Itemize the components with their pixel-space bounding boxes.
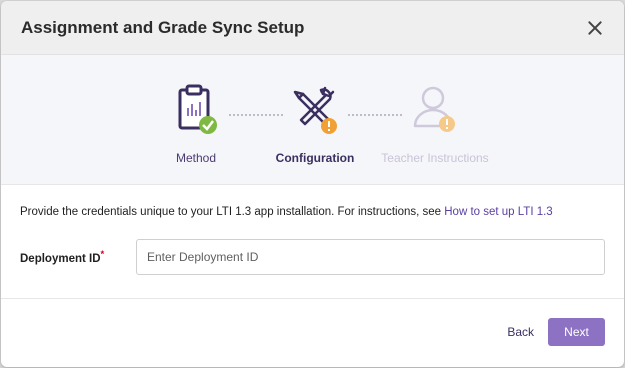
dialog-body: Provide the credentials unique to your L… <box>1 185 624 299</box>
deployment-id-input[interactable] <box>136 239 605 275</box>
instructions-text: Provide the credentials unique to your L… <box>20 206 605 218</box>
tools-icon <box>245 79 385 143</box>
deployment-id-label: Deployment ID* <box>20 249 136 265</box>
step-label: Teacher Instructions <box>381 151 489 165</box>
user-icon <box>365 79 505 143</box>
deployment-id-label-text: Deployment ID <box>20 252 101 265</box>
step-configuration[interactable]: Configuration <box>245 79 385 165</box>
close-icon[interactable] <box>584 17 606 39</box>
sync-setup-dialog: Assignment and Grade Sync Setup Method C… <box>1 1 624 367</box>
back-button[interactable]: Back <box>507 325 534 339</box>
dialog-footer: Back Next <box>1 299 624 365</box>
dialog-title: Assignment and Grade Sync Setup <box>21 17 305 37</box>
setup-stepper: Method Configuration Teacher Instruction… <box>1 55 624 185</box>
setup-help-link[interactable]: How to set up LTI 1.3 <box>444 206 552 218</box>
deployment-id-row: Deployment ID* <box>20 239 605 275</box>
required-marker: * <box>100 249 105 261</box>
instructions-copy: Provide the credentials unique to your L… <box>20 206 445 218</box>
next-button[interactable]: Next <box>548 318 605 346</box>
dialog-header: Assignment and Grade Sync Setup <box>1 1 624 55</box>
step-label: Configuration <box>275 151 355 165</box>
step-teacher-instructions[interactable]: Teacher Instructions <box>365 79 505 165</box>
